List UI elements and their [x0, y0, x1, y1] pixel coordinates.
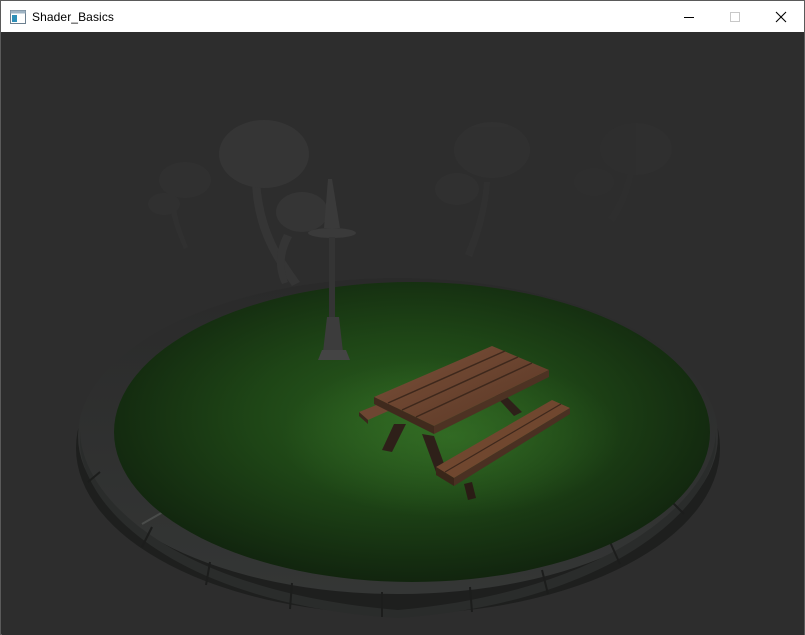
application-window: Shader_Basics	[0, 0, 805, 635]
scene-render	[76, 120, 720, 618]
minimize-icon	[684, 16, 694, 18]
minimize-button[interactable]	[666, 1, 712, 32]
app-window-icon	[10, 9, 26, 24]
close-button[interactable]	[758, 1, 804, 32]
title-bar[interactable]: Shader_Basics	[1, 1, 804, 32]
window-title: Shader_Basics	[32, 9, 115, 24]
maximize-button[interactable]	[712, 1, 758, 32]
window-controls	[666, 1, 804, 32]
maximize-icon	[730, 11, 740, 22]
tree-center-right	[435, 122, 530, 257]
grass-lawn	[114, 282, 710, 582]
tree-left	[148, 162, 211, 249]
close-icon	[775, 11, 787, 22]
tree-center-left	[219, 120, 328, 286]
background-trees	[148, 120, 672, 286]
render-viewport[interactable]	[2, 32, 804, 635]
tree-right	[574, 123, 672, 222]
